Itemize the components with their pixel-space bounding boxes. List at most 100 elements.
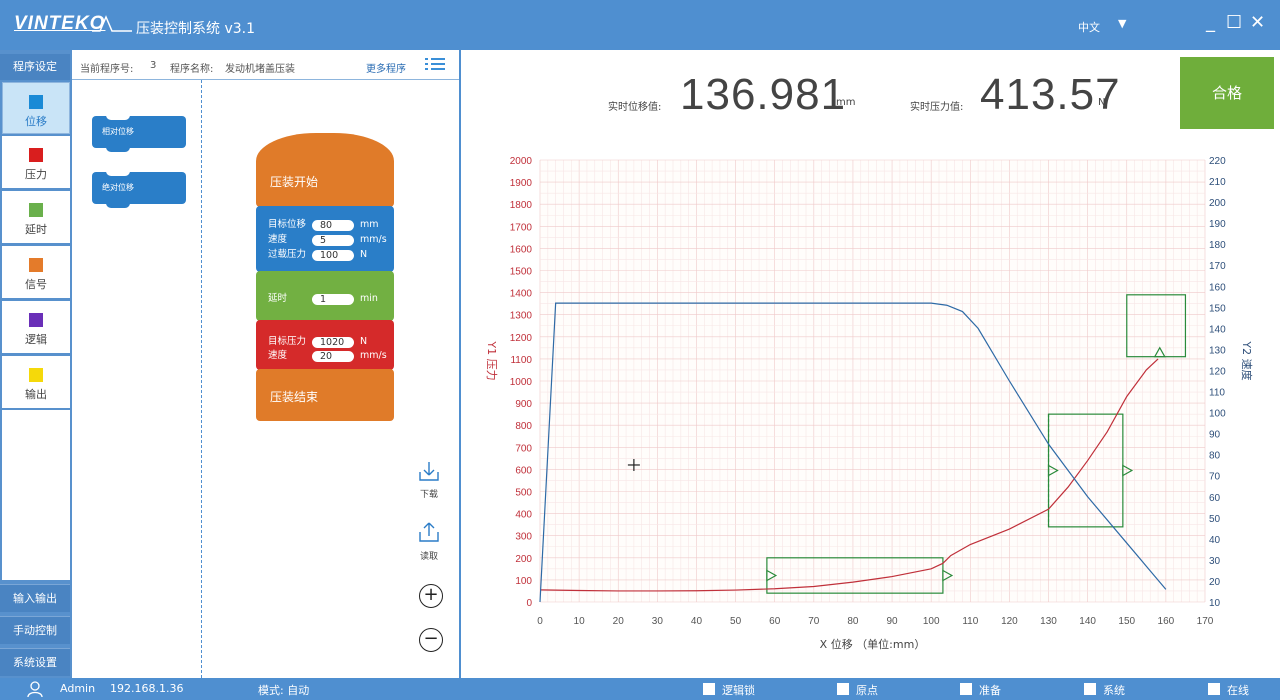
origin-label: 原点 — [856, 684, 878, 697]
nav-item-signal[interactable]: 信号 — [2, 246, 70, 298]
absolute-move-block[interactable]: 绝对位移 — [92, 171, 186, 208]
y1-tick-label: 500 — [515, 488, 532, 499]
download-icon — [419, 462, 439, 481]
overload-input[interactable]: 100 — [312, 250, 354, 261]
zoom-out-button[interactable]: − — [419, 628, 443, 652]
y2-tick-label: 80 — [1209, 451, 1221, 462]
y2-tick-label: 100 — [1209, 409, 1226, 420]
logic-color-icon — [29, 313, 43, 327]
press-start-label: 压装开始 — [270, 175, 319, 189]
press-end-block[interactable]: 压装结束 — [256, 369, 394, 421]
relative-move-block[interactable]: 相对位移 — [92, 115, 186, 152]
nav-manual-control-button[interactable]: 手动控制 — [0, 616, 70, 644]
program-header: 当前程序号: 3 程序名称: 发动机堵盖压装 更多程序 — [72, 50, 460, 80]
close-button[interactable]: ✕ — [1250, 13, 1265, 33]
y2-tick-label: 180 — [1209, 240, 1226, 251]
force-readout-unit: N — [1098, 97, 1106, 108]
maximize-button[interactable]: ☐ — [1226, 13, 1242, 33]
force-speed-input[interactable]: 20 — [312, 351, 354, 362]
y1-tick-label: 1800 — [510, 200, 533, 211]
delay-block[interactable]: 延时 1 min — [256, 271, 394, 321]
nav-item-delay[interactable]: 延时 — [2, 191, 70, 243]
status-user: Admin — [60, 682, 96, 695]
speed-input[interactable]: 5 — [312, 235, 354, 246]
y2-tick-label: 150 — [1209, 303, 1226, 314]
nav-item-label: 位移 — [25, 115, 47, 128]
y1-tick-label: 1600 — [510, 244, 533, 255]
status-bar: Admin 192.168.1.36 模式: 自动 逻辑锁 原点 准备 系统 在… — [0, 678, 1280, 700]
nav-item-label: 信号 — [25, 278, 47, 291]
output-color-icon — [29, 368, 43, 382]
target-position-label: 目标位移 — [268, 219, 307, 230]
press-end-label: 压装结束 — [270, 390, 319, 404]
minimize-button[interactable]: _ — [1206, 13, 1215, 33]
y1-tick-label: 1200 — [510, 333, 533, 344]
force-speed-label: 速度 — [268, 350, 288, 361]
chevron-down-icon[interactable]: ▼ — [1118, 17, 1126, 30]
y1-tick-label: 900 — [515, 399, 532, 410]
speed-label: 速度 — [268, 234, 288, 245]
nav-item-output[interactable]: 输出 — [2, 356, 70, 408]
nav-item-label: 压力 — [25, 168, 47, 181]
zoom-in-button[interactable]: + — [419, 584, 443, 608]
x-tick-label: 90 — [886, 616, 898, 627]
x-tick-label: 60 — [769, 616, 781, 627]
target-position-block[interactable]: 目标位移 80 mm 速度 5 mm/s 过载压力 100 N — [256, 206, 394, 277]
y2-axis-title: Y2 速度 — [1240, 340, 1254, 380]
nav-item-position[interactable]: 位移 — [2, 82, 70, 134]
position-readout-value: 136.981 — [680, 70, 847, 119]
delay-color-icon — [29, 203, 43, 217]
language-select[interactable]: 中文 — [1078, 19, 1100, 35]
force-speed-unit: mm/s — [360, 350, 387, 361]
y1-tick-label: 700 — [515, 443, 532, 454]
force-readout-label: 实时压力值: — [910, 102, 964, 113]
download-button[interactable]: 下载 — [415, 460, 443, 500]
y1-tick-label: 1000 — [510, 377, 533, 388]
y1-tick-label: 1100 — [510, 355, 532, 366]
nav-item-logic[interactable]: 逻辑 — [2, 301, 70, 353]
y2-tick-label: 50 — [1209, 514, 1221, 525]
logic-lock-checkbox[interactable] — [703, 683, 715, 695]
x-tick-label: 0 — [537, 616, 543, 627]
target-force-block[interactable]: 目标压力 1020 N 速度 20 mm/s — [256, 320, 394, 370]
origin-checkbox[interactable] — [837, 683, 849, 695]
y1-tick-label: 2000 — [510, 156, 533, 167]
nav-io-button[interactable]: 输入输出 — [0, 584, 70, 612]
user-icon — [27, 681, 43, 698]
nav-system-settings-button[interactable]: 系统设置 — [0, 648, 70, 676]
more-programs-button[interactable]: 更多程序 — [366, 60, 406, 75]
x-tick-label: 160 — [1158, 616, 1175, 627]
logic-lock-label: 逻辑锁 — [722, 684, 755, 697]
nav-item-force[interactable]: 压力 — [2, 136, 70, 188]
left-nav: 程序设定 位移 压力 延时 信号 逻辑 输出 输入输出 手动控制 系统设置 — [0, 50, 72, 678]
target-force-input[interactable]: 1020 — [312, 337, 354, 348]
force-position-chart: 0 10 20 30 40 50 60 70 80 90 100 110 120 130 140 150 160… — [485, 156, 1254, 651]
program-number-label: 当前程序号: — [80, 64, 134, 75]
nav-header-program-settings[interactable]: 程序设定 — [0, 54, 70, 80]
ready-checkbox[interactable] — [960, 683, 972, 695]
app-title: 压装控制系统 v3.1 — [136, 21, 255, 37]
online-checkbox[interactable] — [1208, 683, 1220, 695]
overload-label: 过载压力 — [268, 249, 307, 260]
y2-tick-label: 140 — [1209, 324, 1226, 335]
x-tick-label: 20 — [613, 616, 625, 627]
x-tick-label: 150 — [1118, 616, 1135, 627]
position-readout-label: 实时位移值: — [608, 102, 662, 113]
delay-input[interactable]: 1 — [312, 294, 354, 305]
panel-divider — [459, 50, 461, 678]
system-checkbox[interactable] — [1084, 683, 1096, 695]
y2-tick-label: 220 — [1209, 156, 1226, 167]
list-icon[interactable] — [424, 56, 446, 72]
x-tick-label: 30 — [652, 616, 664, 627]
download-label: 下载 — [419, 490, 438, 500]
program-name: 发动机堵盖压装 — [225, 64, 295, 75]
x-tick-label: 120 — [1001, 616, 1018, 627]
target-position-input[interactable]: 80 — [312, 220, 354, 231]
press-start-block[interactable]: 压装开始 — [256, 133, 394, 207]
y2-tick-label: 120 — [1209, 366, 1226, 377]
y2-tick-label: 40 — [1209, 535, 1221, 546]
y1-tick-label: 200 — [515, 554, 532, 565]
read-button[interactable]: 读取 — [415, 520, 443, 562]
x-tick-label: 70 — [808, 616, 820, 627]
nav-spacer — [2, 410, 70, 580]
